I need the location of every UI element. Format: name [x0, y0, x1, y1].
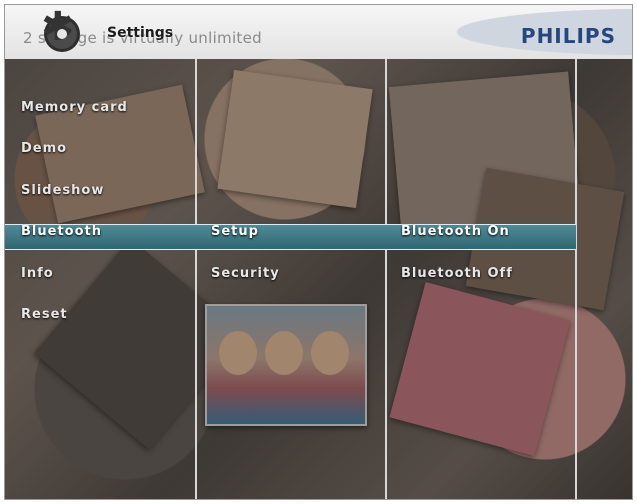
menu-item-setup[interactable]: Setup — [203, 221, 259, 243]
menu-item-memory-card[interactable]: Memory card — [13, 97, 128, 119]
photo-frame-screen: 2 storage is virtually unlimited Setting… — [4, 4, 633, 500]
menu-item-bluetooth-on[interactable]: Bluetooth On — [393, 221, 510, 243]
title-bar: 2 storage is virtually unlimited Setting… — [5, 5, 632, 59]
menu-item-info[interactable]: Info — [13, 263, 54, 285]
brand-logo: PHILIPS — [520, 24, 616, 48]
menu-item-demo[interactable]: Demo — [13, 138, 67, 160]
column-divider — [575, 59, 577, 499]
menu-item-bluetooth-off[interactable]: Bluetooth Off — [393, 263, 513, 285]
gear-icon — [41, 7, 77, 49]
page-title: Settings — [107, 25, 174, 41]
background-dim-overlay — [5, 59, 632, 499]
column-divider — [385, 59, 387, 499]
menu-item-security[interactable]: Security — [203, 263, 280, 285]
column-divider — [195, 59, 197, 499]
menu-item-reset[interactable]: Reset — [13, 304, 68, 326]
menu-item-slideshow[interactable]: Slideshow — [13, 180, 104, 202]
menu-item-bluetooth[interactable]: Bluetooth — [13, 221, 102, 243]
